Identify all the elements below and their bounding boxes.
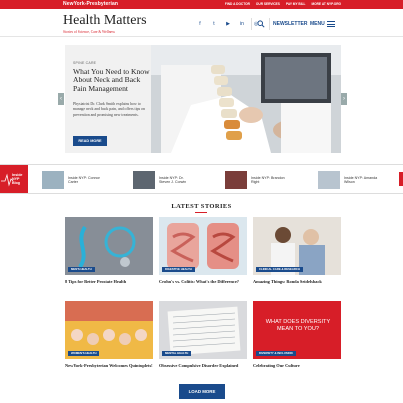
hero-text-panel: SPINE CARE What You Need to Know About N…	[65, 45, 151, 153]
social-links: f t ▶ in ◎	[197, 21, 259, 27]
utility-links: FIND A DOCTOR OUR SERVICES PAY MY BILL M…	[225, 2, 341, 6]
story-card[interactable]: WHAT DOES DIVERSITY MEAN TO YOU? DIVERSI…	[253, 301, 341, 369]
find-doctor-link[interactable]: FIND A DOCTOR	[225, 2, 250, 6]
site-header: Health Matters Stories of Science, Care …	[0, 9, 403, 37]
category-badge[interactable]: MENTAL HEALTH	[162, 351, 192, 356]
category-badge[interactable]: DIGESTIVE HEALTH	[162, 267, 195, 272]
story-image[interactable]: MENTAL HEALTH	[159, 301, 247, 359]
story-title[interactable]: 8 Tips for Better Prostate Health	[65, 279, 153, 285]
hero-image[interactable]	[151, 45, 341, 153]
story-image[interactable]: DIGESTIVE HEALTH	[159, 217, 247, 275]
newsletter-link[interactable]: NEWSLETTER	[273, 21, 307, 27]
category-badge[interactable]: WOMEN'S HEALTH	[68, 351, 100, 356]
story-card[interactable]: DIGESTIVE HEALTH Crohn's vs. Colitis: Wh…	[159, 217, 247, 285]
story-image[interactable]: WOMEN'S HEALTH	[65, 301, 153, 359]
load-more-button[interactable]: LOAD MORE	[179, 384, 225, 399]
ticker-thumb	[42, 171, 64, 189]
hamburger-icon[interactable]	[327, 21, 335, 27]
nyp-logo[interactable]: NewYork-Presbyterian	[63, 1, 118, 7]
hero-category[interactable]: SPINE CARE	[73, 61, 96, 65]
heading-underline	[195, 212, 207, 213]
search-icon[interactable]	[257, 20, 265, 28]
inside-nyp-logo[interactable]: Inside NYP Blog	[0, 165, 28, 193]
story-title[interactable]: NewYork-Presbyterian Welcomes Quintuplet…	[65, 363, 153, 369]
story-title[interactable]: Amazing Things: Ronda Seidelsback	[253, 279, 341, 285]
linkedin-icon[interactable]: in	[239, 21, 245, 27]
more-nyp-link[interactable]: MORE AT NYP.ORG	[311, 2, 341, 6]
header-divider	[269, 18, 270, 30]
ticker-item[interactable]: Inside NYP: Amanda Wilson	[318, 171, 378, 189]
hero-title[interactable]: What You Need to Know About Neck and Bac…	[73, 67, 151, 93]
story-title[interactable]: Crohn's vs. Colitis: What's the Differen…	[159, 279, 247, 285]
diversity-graphic-text: WHAT DOES DIVERSITY MEAN TO YOU?	[265, 319, 331, 332]
ticker-label: Inside NYP: Dr. Steven J. Corwin	[159, 175, 187, 184]
header-divider	[251, 18, 252, 30]
story-image[interactable]: WHAT DOES DIVERSITY MEAN TO YOU? DIVERSI…	[253, 301, 341, 359]
our-services-link[interactable]: OUR SERVICES	[256, 2, 280, 6]
category-badge[interactable]: DIVERSITY & INCLUSION	[256, 351, 296, 356]
hero-feature: SPINE CARE What You Need to Know About N…	[65, 45, 341, 153]
ticker-thumb	[225, 171, 247, 189]
story-title[interactable]: Obsessive Compulsive Disorder Explained	[159, 363, 247, 369]
facebook-icon[interactable]: f	[197, 21, 203, 27]
youtube-icon[interactable]: ▶	[225, 21, 231, 27]
ticker-label: Inside NYP: Amanda Wilson	[344, 175, 378, 184]
story-card[interactable]: MEN'S HEALTH 8 Tips for Better Prostate …	[65, 217, 153, 285]
menu-label[interactable]: MENU	[310, 21, 325, 27]
read-more-button[interactable]: READ MORE	[73, 136, 107, 146]
ticker-next-arrow[interactable]	[399, 172, 403, 186]
story-card[interactable]: CLINICAL CARE & RESEARCH Amazing Things:…	[253, 217, 341, 285]
ticker-thumb	[133, 171, 155, 189]
ticker-item[interactable]: Inside NYP: Dr. Steven J. Corwin	[133, 171, 193, 189]
site-tagline: Stories of Science, Care & Wellness	[63, 30, 115, 34]
latest-stories-heading: LATEST STORIES	[171, 203, 232, 210]
category-badge[interactable]: CLINICAL CARE & RESEARCH	[256, 267, 303, 272]
ticker-label: Inside NYP: Connor Carter	[68, 175, 100, 184]
site-brand[interactable]: Health Matters	[63, 13, 147, 29]
ticker-item[interactable]: Inside NYP: Brandon Right	[225, 171, 285, 189]
hero-next-arrow[interactable]: ›	[341, 93, 347, 105]
inside-nyp-ticker: Inside NYP Blog Inside NYP: Connor Carte…	[0, 164, 403, 194]
story-card[interactable]: WOMEN'S HEALTH NewYork-Presbyterian Welc…	[65, 301, 153, 369]
ticker-item[interactable]: Inside NYP: Connor Carter	[42, 171, 102, 189]
top-utility-bar: NewYork-Presbyterian FIND A DOCTOR OUR S…	[0, 0, 403, 9]
story-card[interactable]: MENTAL HEALTH Obsessive Compulsive Disor…	[159, 301, 247, 369]
pay-bill-link[interactable]: PAY MY BILL	[286, 2, 306, 6]
ticker-label: Inside NYP: Brandon Right	[251, 175, 285, 184]
story-image[interactable]: CLINICAL CARE & RESEARCH	[253, 217, 341, 275]
category-badge[interactable]: MEN'S HEALTH	[68, 267, 95, 272]
story-image[interactable]: MEN'S HEALTH	[65, 217, 153, 275]
hero-prev-arrow[interactable]: ‹	[58, 93, 64, 105]
ticker-thumb	[318, 171, 340, 189]
story-title[interactable]: Celebrating Our Culture	[253, 363, 341, 369]
twitter-icon[interactable]: t	[211, 21, 217, 27]
hero-description: Physiatrist Dr. Clark Smith explains how…	[73, 102, 145, 117]
inside-nyp-logo-text: Inside NYP Blog	[12, 173, 23, 186]
